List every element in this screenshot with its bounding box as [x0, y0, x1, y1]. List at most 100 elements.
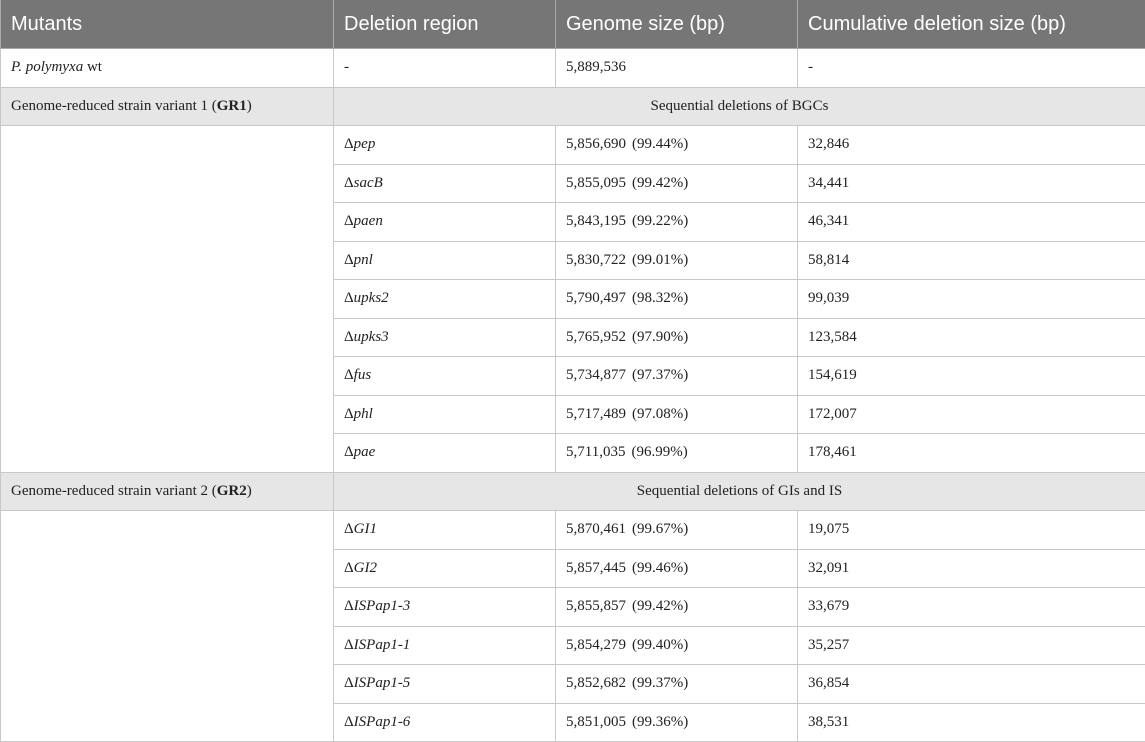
genome-size-value: 5,830,722	[566, 252, 626, 268]
group-row-2: Genome-reduced strain variant 2 (GR2)Seq…	[1, 472, 1145, 511]
header-mutants: Mutants	[1, 0, 334, 49]
gene-name: ISPap1-5	[354, 675, 411, 691]
cumulative-cell: 123,584	[798, 318, 1145, 357]
gene-name: GI2	[354, 560, 377, 576]
genome-size-percent: (97.08%)	[632, 406, 688, 422]
empty-mutant-cell	[1, 511, 334, 742]
genome-size-percent: (99.36%)	[632, 714, 688, 730]
genome-size-value: 5,856,690	[566, 136, 626, 152]
delta-symbol: Δ	[344, 714, 354, 730]
header-cumulative-deletion: Cumulative deletion size (bp)	[798, 0, 1145, 49]
genome-size-percent: (98.32%)	[632, 290, 688, 306]
cumulative-cell: 33,679	[798, 588, 1145, 627]
genome-size-value: 5,857,445	[566, 560, 626, 576]
cumulative-cell: 32,846	[798, 126, 1145, 165]
region-cell: Δpae	[334, 434, 556, 473]
group-label-prefix: Genome-reduced strain variant 1 (	[11, 98, 217, 114]
genome-size-percent: (99.40%)	[632, 637, 688, 653]
header-row: Mutants Deletion region Genome size (bp)…	[1, 0, 1145, 49]
genome-size-cell: 5,855,095(99.42%)	[556, 164, 798, 203]
genome-size-cell: 5,855,857 (99.42%)	[556, 588, 798, 627]
gene-name: sacB	[354, 175, 383, 191]
genome-size-cell: 5,830,722 (99.01%)	[556, 241, 798, 280]
gene-name: ISPap1-6	[354, 714, 411, 730]
gene-name: paen	[354, 213, 383, 229]
gene-name: upks3	[354, 329, 389, 345]
delta-symbol: Δ	[344, 175, 354, 191]
genome-size-value: 5,854,279	[566, 637, 626, 653]
delta-symbol: Δ	[344, 213, 354, 229]
genome-size-percent: (99.01%)	[632, 252, 688, 268]
group-label: Genome-reduced strain variant 2 (GR2)	[1, 472, 334, 511]
gene-name: ISPap1-1	[354, 637, 411, 653]
deletion-table: Mutants Deletion region Genome size (bp)…	[0, 0, 1145, 742]
genome-size-value: 5,765,952	[566, 329, 626, 345]
region-cell: Δfus	[334, 357, 556, 396]
cumulative-cell: 58,814	[798, 241, 1145, 280]
strain-suffix: wt	[83, 59, 102, 75]
mutant-cell: P. polymyxa wt	[1, 49, 334, 88]
genome-size-value: 5,790,497	[566, 290, 626, 306]
cumulative-cell: 36,854	[798, 665, 1145, 704]
region-cell: ΔISPap1-6	[334, 703, 556, 742]
genome-size-percent: (99.44%)	[632, 136, 688, 152]
group-description: Sequential deletions of GIs and IS	[334, 472, 1145, 511]
genome-size-value: 5,734,877	[566, 367, 626, 383]
delta-symbol: Δ	[344, 560, 354, 576]
gene-name: GI1	[354, 521, 377, 537]
genome-size-value: 5,855,857	[566, 598, 626, 614]
delta-symbol: Δ	[344, 406, 354, 422]
gene-name: upks2	[354, 290, 389, 306]
region-cell: Δpep	[334, 126, 556, 165]
genome-size-cell: 5,734,877(97.37%)	[556, 357, 798, 396]
genome-size-value: 5,852,682	[566, 675, 626, 691]
genome-size-cell: 5,790,497 (98.32%)	[556, 280, 798, 319]
genome-size-percent: (97.90%)	[632, 329, 688, 345]
species-name: P. polymyxa	[11, 59, 83, 75]
genome-size-cell: 5,870,461(99.67%)	[556, 511, 798, 550]
gene-name: pae	[354, 444, 376, 460]
delta-symbol: Δ	[344, 444, 354, 460]
table-row: ΔGI15,870,461(99.67%)19,075	[1, 511, 1145, 550]
genome-size-percent: (99.42%)	[632, 598, 688, 614]
table-body: P. polymyxa wt - 5,889,536 - Genome-redu…	[1, 49, 1145, 742]
region-cell: ΔISPap1-5	[334, 665, 556, 704]
region-cell: ΔISPap1-3	[334, 588, 556, 627]
region-cell: ΔGI1	[334, 511, 556, 550]
cumulative-cell: 99,039	[798, 280, 1145, 319]
genome-size-value: 5,843,195	[566, 213, 626, 229]
genome-size-value: 5,717,489	[566, 406, 626, 422]
delta-symbol: Δ	[344, 598, 354, 614]
cumulative-cell: 172,007	[798, 395, 1145, 434]
genome-size-percent: (99.37%)	[632, 675, 688, 691]
delta-symbol: Δ	[344, 252, 354, 268]
delta-symbol: Δ	[344, 675, 354, 691]
cumulative-cell: 178,461	[798, 434, 1145, 473]
region-cell: Δphl	[334, 395, 556, 434]
delta-symbol: Δ	[344, 637, 354, 653]
genome-size-cell: 5,852,682 (99.37%)	[556, 665, 798, 704]
table-header: Mutants Deletion region Genome size (bp)…	[1, 0, 1145, 49]
delta-symbol: Δ	[344, 521, 354, 537]
region-cell: Δupks2	[334, 280, 556, 319]
genome-size-percent: (99.42%)	[632, 175, 688, 191]
group-label-suffix: )	[247, 483, 252, 499]
genome-size-percent: (96.99%)	[631, 444, 687, 460]
genome-size-cell: 5,851,005 (99.36%)	[556, 703, 798, 742]
region-cell: -	[334, 49, 556, 88]
delta-symbol: Δ	[344, 329, 354, 345]
table-row-wt: P. polymyxa wt - 5,889,536 -	[1, 49, 1145, 88]
cumulative-cell: 35,257	[798, 626, 1145, 665]
cumulative-cell: 38,531	[798, 703, 1145, 742]
gene-name: fus	[354, 367, 372, 383]
genome-size-value: 5,851,005	[566, 714, 626, 730]
genome-size-cell: 5,711,035(96.99%)	[556, 434, 798, 473]
genome-size-cell: 5,857,445(99.46%)	[556, 549, 798, 588]
genome-size-cell: 5,765,952 (97.90%)	[556, 318, 798, 357]
cumulative-cell: -	[798, 49, 1145, 88]
region-cell: Δupks3	[334, 318, 556, 357]
group-label-code: GR2	[217, 483, 247, 499]
genome-size-value: 5,870,461	[566, 521, 626, 537]
group-row-1: Genome-reduced strain variant 1 (GR1)Seq…	[1, 87, 1145, 126]
gene-name: pnl	[354, 252, 373, 268]
